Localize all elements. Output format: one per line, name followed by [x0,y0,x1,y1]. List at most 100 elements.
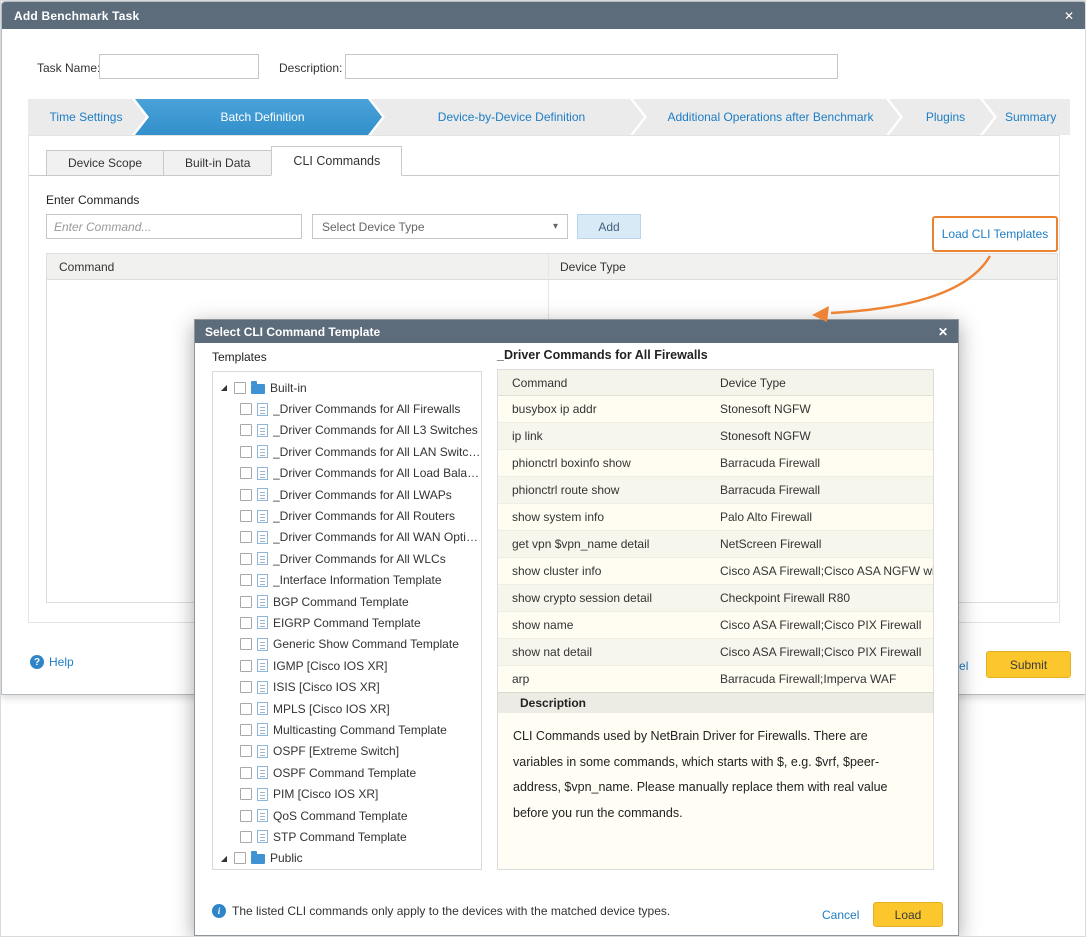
tree-item-checkbox[interactable] [240,810,252,822]
template-command-row[interactable]: show crypto session detail Checkpoint Fi… [498,585,933,612]
close-icon[interactable]: ✕ [1064,10,1074,22]
tree-item-checkbox[interactable] [240,617,252,629]
modal-cancel-link[interactable]: Cancel [822,908,859,922]
template-command-row[interactable]: show system info Palo Alto Firewall [498,504,933,531]
tree-item-row[interactable]: OSPF [Extreme Switch] [219,741,481,762]
tree-group-row[interactable]: ◢ Public [219,848,481,869]
tree-item-checkbox[interactable] [240,446,252,458]
tree-item-checkbox[interactable] [240,553,252,565]
tree-item-checkbox[interactable] [240,660,252,672]
tree-item-checkbox[interactable] [240,596,252,608]
sub-tab[interactable]: CLI Commands [271,146,402,176]
tree-group-row[interactable]: ◢ Built-in [219,377,481,398]
tree-expander-icon[interactable]: ◢ [219,383,229,392]
folder-icon [251,854,265,864]
tree-item-checkbox[interactable] [240,788,252,800]
wizard-tab[interactable]: Time Settings [28,99,146,135]
tree-item-row[interactable]: Multicasting Command Template [219,719,481,740]
tree-item-checkbox[interactable] [240,424,252,436]
document-icon [257,531,268,544]
template-command-row[interactable]: get vpn $vpn_name detail NetScreen Firew… [498,531,933,558]
wizard-tab[interactable]: Device-by-Device Definition [371,99,644,135]
command-column-header: Command [47,260,548,274]
enter-commands-label: Enter Commands [46,193,139,207]
tree-item-row[interactable]: Generic Show Command Template [219,634,481,655]
tree-item-checkbox[interactable] [240,467,252,479]
command-input[interactable] [46,214,302,239]
modal-load-button[interactable]: Load [873,902,943,927]
dialog-titlebar[interactable]: Add Benchmark Task ✕ [2,2,1086,29]
tree-item-checkbox[interactable] [240,767,252,779]
template-command-row[interactable]: show nat detail Cisco ASA Firewall;Cisco… [498,639,933,666]
tree-item-row[interactable]: _Driver Commands for All L3 Switches [219,420,481,441]
tree-group-checkbox[interactable] [234,382,246,394]
tree-item-row[interactable]: BGP Command Template [219,591,481,612]
tree-item-row[interactable]: MPLS [Cisco IOS XR] [219,698,481,719]
help-icon: ? [30,655,44,669]
tree-item-checkbox[interactable] [240,531,252,543]
tree-item-checkbox[interactable] [240,489,252,501]
tree-item-row[interactable]: PIM [Cisco IOS XR] [219,783,481,804]
tree-expander-icon[interactable]: ◢ [219,854,229,863]
tree-item-row[interactable]: IGMP [Cisco IOS XR] [219,655,481,676]
template-command-row[interactable]: arp Barracuda Firewall;Imperva WAF [498,666,933,693]
template-device-type-cell: Stonesoft NGFW [720,429,933,443]
modal-close-icon[interactable]: ✕ [938,326,948,338]
tree-item-row[interactable]: QoS Command Template [219,805,481,826]
device-type-select[interactable]: Select Device Type ▾ [312,214,568,239]
description-input[interactable] [345,54,838,79]
template-device-type-cell: Cisco ASA Firewall;Cisco PIX Firewall [720,645,933,659]
modal-titlebar[interactable]: Select CLI Command Template ✕ [195,320,958,343]
tree-item-row[interactable]: OSPF Command Template [219,762,481,783]
tree-item-row[interactable]: EIGRP Command Template [219,612,481,633]
tree-item-row[interactable]: ISIS [Cisco IOS XR] [219,676,481,697]
template-command-row[interactable]: show cluster info Cisco ASA Firewall;Cis… [498,558,933,585]
tree-item-row[interactable]: _Driver Commands for All LAN Switches [219,441,481,462]
tree-item-label: _Driver Commands for All Routers [273,509,455,523]
tree-item-row[interactable]: STP Command Template [219,826,481,847]
template-device-type-cell: Barracuda Firewall [720,456,933,470]
wizard-tab[interactable]: Batch Definition [135,99,382,135]
help-link[interactable]: ? Help [30,655,74,669]
tree-group-checkbox[interactable] [234,852,246,864]
tree-item-label: OSPF Command Template [273,766,416,780]
document-icon [257,445,268,458]
wizard-tab[interactable]: Plugins [889,99,994,135]
tree-item-checkbox[interactable] [240,703,252,715]
tree-item-row[interactable]: _Driver Commands for All WLCs [219,548,481,569]
template-command-row[interactable]: phionctrl boxinfo show Barracuda Firewal… [498,450,933,477]
sub-tab[interactable]: Built-in Data [163,150,272,176]
tree-item-row[interactable]: _Driver Commands for All Firewalls [219,398,481,419]
tree-item-checkbox[interactable] [240,574,252,586]
load-cli-templates-button[interactable]: Load CLI Templates [932,216,1058,252]
tree-item-row[interactable]: _Interface Information Template [219,570,481,591]
tree-item-checkbox[interactable] [240,745,252,757]
document-icon [257,638,268,651]
tree-item-checkbox[interactable] [240,510,252,522]
document-icon [257,595,268,608]
tree-item-row[interactable]: _Driver Commands for All WAN Optimi... [219,527,481,548]
tree-item-checkbox[interactable] [240,403,252,415]
add-button[interactable]: Add [577,214,641,239]
template-commands-table: Command Device Type busybox ip addr Ston… [497,369,934,694]
tree-item-row[interactable]: _Driver Commands for All Routers [219,505,481,526]
submit-button[interactable]: Submit [986,651,1071,678]
tree-item-checkbox[interactable] [240,831,252,843]
template-command-row[interactable]: busybox ip addr Stonesoft NGFW [498,396,933,423]
wizard-tab[interactable]: Additional Operations after Benchmark [633,99,900,135]
template-command-row[interactable]: phionctrl route show Barracuda Firewall [498,477,933,504]
template-command-row[interactable]: show name Cisco ASA Firewall;Cisco PIX F… [498,612,933,639]
tree-item-checkbox[interactable] [240,681,252,693]
wizard-tab[interactable]: Summary [983,99,1070,135]
sub-tab[interactable]: Device Scope [46,150,164,176]
template-command-row[interactable]: ip link Stonesoft NGFW [498,423,933,450]
tree-item-checkbox[interactable] [240,638,252,650]
commands-table-header: Command Device Type [47,254,1057,280]
wizard-tab-label: Additional Operations after Benchmark [667,110,873,124]
document-icon [257,403,268,416]
tree-item-row[interactable]: _Driver Commands for All Load Balanc... [219,463,481,484]
task-name-input[interactable] [99,54,259,79]
tree-item-checkbox[interactable] [240,724,252,736]
tree-item-row[interactable]: _Driver Commands for All LWAPs [219,484,481,505]
modal-note: i The listed CLI commands only apply to … [212,904,670,918]
